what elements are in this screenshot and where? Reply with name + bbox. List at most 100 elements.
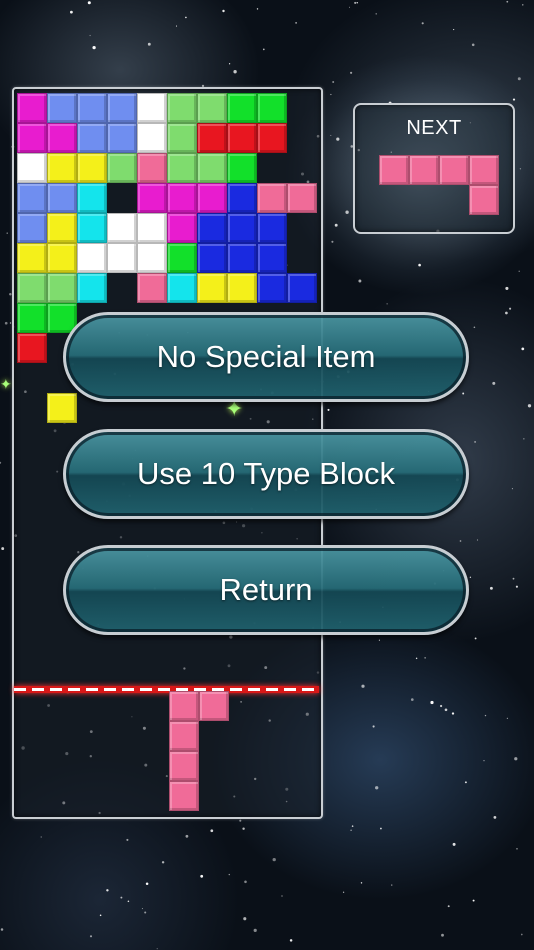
block-white — [17, 153, 47, 183]
block-green — [167, 243, 197, 273]
block-pink — [257, 183, 287, 213]
block-red — [257, 123, 287, 153]
block-lightgreen — [197, 93, 227, 123]
star — [334, 223, 338, 227]
star — [453, 29, 455, 31]
block-magenta — [167, 213, 197, 243]
star — [505, 311, 508, 315]
star — [0, 461, 2, 464]
block-magenta — [167, 183, 197, 213]
star — [350, 829, 352, 832]
star — [474, 637, 477, 640]
star — [200, 874, 204, 878]
star — [391, 884, 393, 886]
return-button[interactable]: Return — [63, 545, 469, 635]
star — [522, 4, 524, 6]
block-red — [17, 333, 47, 363]
block-magenta — [17, 123, 47, 153]
star — [469, 576, 472, 578]
block-cyan — [167, 273, 197, 303]
star — [462, 392, 465, 395]
star — [70, 10, 73, 14]
star — [281, 895, 283, 897]
star — [222, 9, 225, 13]
star — [330, 134, 332, 136]
block-pink — [287, 183, 317, 213]
star — [378, 639, 380, 641]
block-lightgreen — [47, 273, 77, 303]
block-yellow — [197, 273, 227, 303]
star — [517, 77, 521, 81]
block-lightgreen — [167, 93, 197, 123]
star — [243, 917, 247, 921]
block-pink — [137, 153, 167, 183]
block-red — [197, 123, 227, 153]
star — [518, 270, 520, 272]
use-10-type-block-button[interactable]: Use 10 Type Block — [63, 429, 469, 519]
star — [185, 16, 187, 19]
no-special-item-button[interactable]: No Special Item — [63, 312, 469, 402]
block-lightgreen — [167, 123, 197, 153]
star — [356, 2, 359, 4]
star — [493, 816, 497, 819]
star — [439, 704, 443, 708]
block-darkblue — [257, 273, 287, 303]
block-white — [107, 243, 137, 273]
star — [358, 279, 362, 283]
star — [295, 22, 297, 24]
star — [473, 326, 476, 329]
block-darkblue — [227, 183, 257, 213]
star — [156, 948, 158, 950]
block-white — [77, 243, 107, 273]
block-darkblue — [197, 213, 227, 243]
star — [492, 381, 496, 385]
block-blue — [17, 183, 47, 213]
star — [444, 708, 448, 712]
star — [244, 880, 247, 884]
block-green — [17, 303, 47, 333]
block-green — [257, 93, 287, 123]
star — [515, 585, 518, 588]
star — [484, 714, 487, 717]
block-darkblue — [227, 213, 257, 243]
next-block — [379, 155, 409, 185]
block-lightgreen — [17, 273, 47, 303]
block-blue — [77, 93, 107, 123]
star — [336, 137, 340, 141]
star — [430, 700, 434, 705]
block-blue — [107, 93, 137, 123]
block-blue — [77, 123, 107, 153]
block-yellow — [47, 393, 77, 423]
block-cyan — [77, 213, 107, 243]
block-yellow — [47, 153, 77, 183]
star — [120, 896, 123, 899]
block-white — [137, 243, 167, 273]
star — [464, 781, 467, 784]
star — [228, 873, 230, 876]
star — [253, 928, 257, 933]
star — [127, 900, 130, 903]
block-blue — [17, 213, 47, 243]
block-darkblue — [257, 243, 287, 273]
block-yellow — [77, 153, 107, 183]
star — [375, 786, 379, 790]
block-white — [137, 93, 167, 123]
block-blue — [47, 93, 77, 123]
next-block — [469, 155, 499, 185]
star — [141, 908, 143, 910]
star — [331, 240, 334, 243]
sparkle-icon: ✦ — [0, 376, 12, 392]
star — [512, 577, 515, 580]
star — [175, 25, 178, 27]
star — [40, 836, 42, 838]
star — [421, 22, 424, 25]
block-darkblue — [287, 273, 317, 303]
star — [126, 838, 129, 841]
star — [9, 322, 12, 324]
block-magenta — [47, 123, 77, 153]
block-magenta — [17, 93, 47, 123]
star — [519, 168, 522, 170]
star — [99, 914, 102, 917]
star — [360, 882, 363, 884]
star — [451, 712, 455, 715]
